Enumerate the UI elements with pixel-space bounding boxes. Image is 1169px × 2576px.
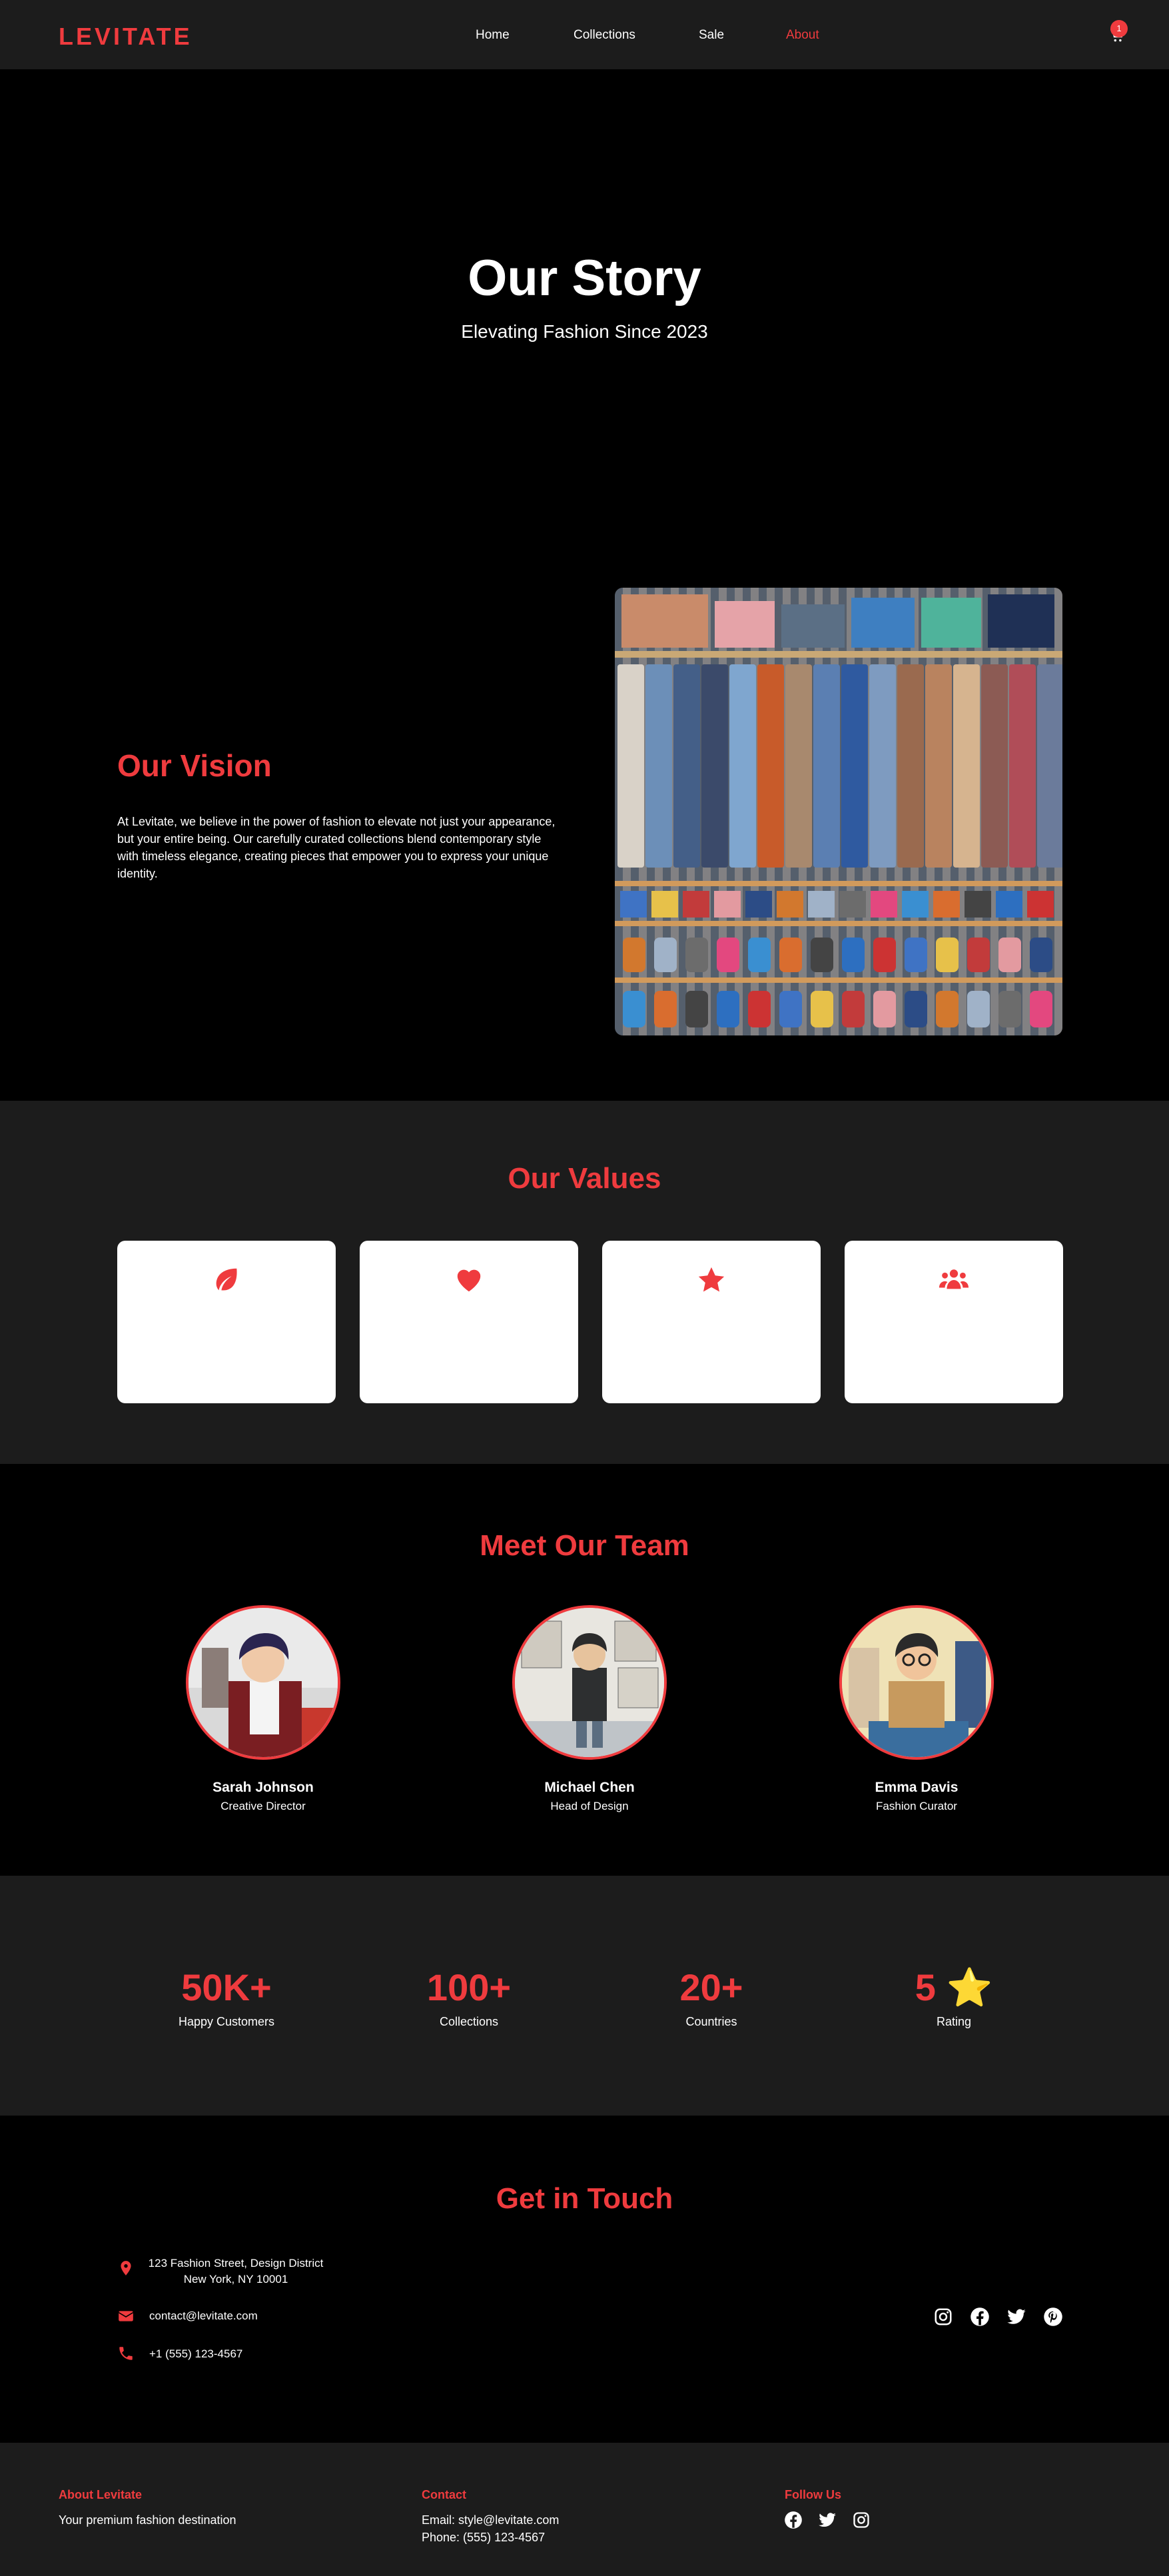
instagram-icon[interactable] [933, 2307, 953, 2327]
footer-email[interactable]: Email: style@levitate.com [422, 2511, 559, 2529]
address-line-2: New York, NY 10001 [183, 2273, 288, 2285]
stat-value: 5 ⭐ [915, 1966, 993, 2008]
hero-section: Our Story Elevating Fashion Since 2023 [0, 69, 1169, 533]
footer-follow-title: Follow Us [785, 2488, 841, 2501]
team-member: Emma Davis Fashion Curator [817, 1605, 1016, 1813]
member-name: Emma Davis [875, 1780, 959, 1795]
location-pin-icon [121, 2261, 131, 2275]
stat-value: 100+ [426, 1966, 512, 2008]
value-card [845, 1241, 1063, 1403]
member-role: Head of Design [550, 1800, 629, 1812]
twitter-icon[interactable] [1006, 2307, 1026, 2327]
stat-label: Rating [936, 2015, 972, 2028]
address-line-1: 123 Fashion Street, Design District [148, 2257, 324, 2269]
nav-collections[interactable]: Collections [574, 28, 635, 43]
value-card [117, 1241, 336, 1403]
vision-section: Our Vision At Levitate, we believe in th… [0, 533, 1169, 1101]
users-icon [939, 1269, 969, 1289]
facebook-icon[interactable] [970, 2307, 990, 2327]
nav-sale[interactable]: Sale [699, 28, 724, 43]
nav-about[interactable]: About [786, 28, 819, 43]
site-footer: About Levitate Your premium fashion dest… [0, 2443, 1169, 2576]
team-title: Meet Our Team [480, 1529, 689, 1562]
footer-about-text: Your premium fashion destination [59, 2513, 236, 2527]
member-role: Fashion Curator [876, 1800, 957, 1812]
contact-address: 123 Fashion Street, Design District New … [145, 2255, 326, 2287]
member-role: Creative Director [220, 1800, 306, 1812]
nav-home[interactable]: Home [476, 28, 510, 43]
avatar [186, 1605, 340, 1760]
stats-section: 50K+ Happy Customers 100+ Collections 20… [0, 1876, 1169, 2116]
vision-text: At Levitate, we believe in the power of … [117, 815, 556, 880]
pinterest-icon[interactable] [1043, 2307, 1063, 2327]
stat-item: 50K+ Happy Customers [127, 1966, 326, 2029]
member-name: Sarah Johnson [212, 1780, 314, 1795]
footer-contact-title: Contact [422, 2488, 466, 2501]
cart-count-badge: 1 [1110, 20, 1128, 37]
contact-section: Get in Touch 123 Fashion Street, Design … [0, 2116, 1169, 2443]
stat-value: 50K+ [181, 1966, 272, 2008]
stat-value: 20+ [679, 1966, 743, 2008]
instagram-icon[interactable] [852, 2511, 871, 2529]
stat-label: Happy Customers [178, 2015, 275, 2028]
stat-item: 100+ Collections [369, 1966, 569, 2029]
contact-email[interactable]: contact@levitate.com [149, 2308, 258, 2324]
star-icon [698, 1267, 725, 1292]
stat-label: Countries [685, 2015, 737, 2028]
closet-photo [615, 588, 1062, 1035]
phone-icon [119, 2347, 133, 2360]
envelope-icon [118, 2311, 134, 2321]
footer-about-title: About Levitate [59, 2488, 143, 2501]
hero-subtitle: Elevating Fashion Since 2023 [461, 321, 708, 342]
team-member: Michael Chen Head of Design [490, 1605, 689, 1813]
value-card [360, 1241, 578, 1403]
contact-phone[interactable]: +1 (555) 123-4567 [149, 2346, 242, 2362]
avatar [512, 1605, 667, 1760]
leaf-icon [216, 1268, 237, 1291]
value-card [602, 1241, 821, 1403]
footer-phone[interactable]: Phone: (555) 123-4567 [422, 2529, 545, 2546]
hero-title: Our Story [468, 250, 701, 307]
team-section: Meet Our Team Sarah Johnson Creative Dir… [0, 1464, 1169, 1876]
facebook-icon[interactable] [784, 2511, 803, 2529]
stat-label: Collections [439, 2015, 499, 2028]
stat-item: 5 ⭐ Rating [854, 1966, 1054, 2029]
brand-logo[interactable]: LEVITATE [59, 23, 193, 51]
twitter-icon[interactable] [818, 2511, 837, 2529]
member-name: Michael Chen [544, 1780, 635, 1795]
top-navbar: LEVITATE Home Collections Sale About 1 [0, 0, 1169, 69]
vision-title: Our Vision [117, 748, 272, 783]
team-member: Sarah Johnson Creative Director [163, 1605, 363, 1813]
contact-title: Get in Touch [496, 2182, 673, 2215]
stat-item: 20+ Countries [611, 1966, 811, 2029]
avatar [839, 1605, 994, 1760]
heart-icon [457, 1269, 481, 1292]
values-section: Our Values [0, 1101, 1169, 1464]
values-title: Our Values [508, 1162, 661, 1195]
